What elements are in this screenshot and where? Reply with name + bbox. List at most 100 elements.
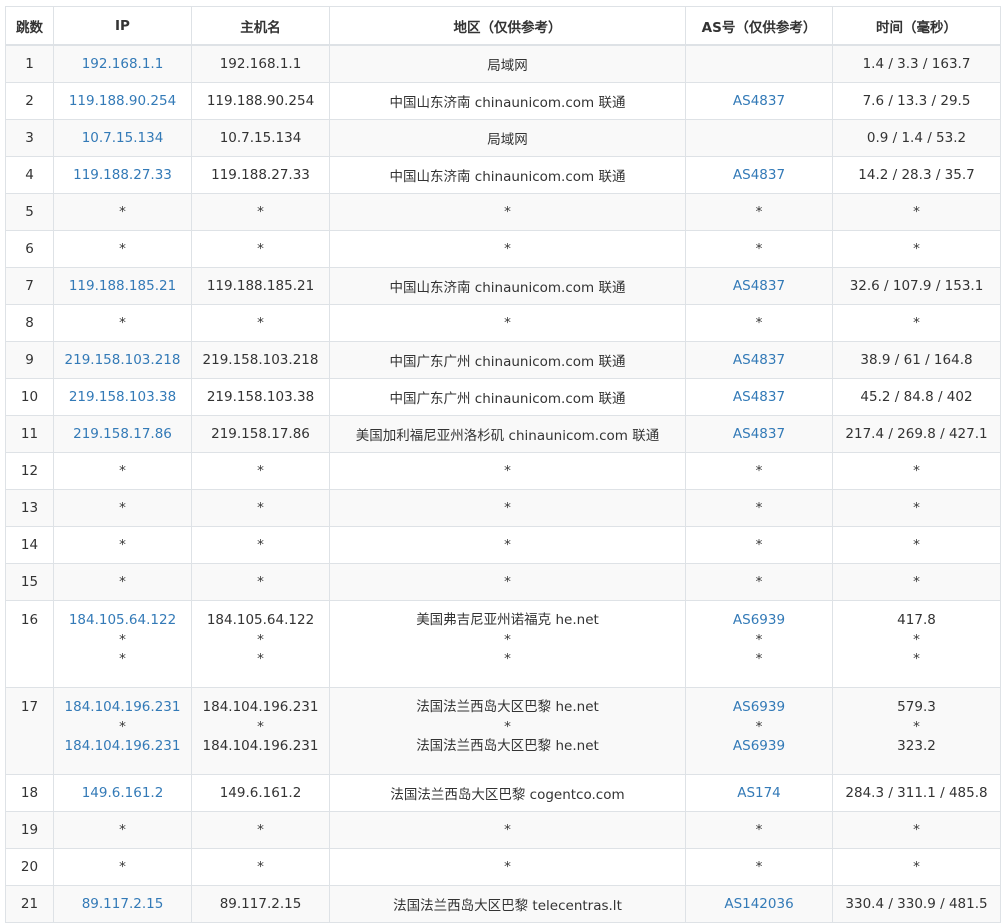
ip-text: * [119, 651, 126, 667]
asn-cell: * [685, 452, 833, 490]
ip-link[interactable]: 219.158.103.218 [58, 352, 187, 368]
time-cell: * [832, 848, 1001, 886]
time-cell: 579.3 * 323.2 [832, 687, 1001, 775]
ip-cell: * [53, 193, 192, 231]
location-text: * [504, 315, 511, 331]
time-cell: * [832, 526, 1001, 564]
hostname-cell: * [191, 230, 330, 268]
asn-link[interactable]: AS174 [690, 785, 828, 801]
location-text: 中国广东广州 chinaunicom.com 联通 [389, 354, 626, 370]
ip-text: * [119, 463, 126, 479]
time-text: * [913, 859, 920, 875]
ip-cell: 149.6.161.2 [53, 774, 192, 812]
location-cell: 中国山东济南 chinaunicom.com 联通 [329, 156, 686, 194]
hostname-cell: 219.158.17.86 [191, 415, 330, 453]
location-cell: * [329, 230, 686, 268]
asn-link[interactable]: AS142036 [690, 896, 828, 912]
location-text: * [504, 631, 511, 648]
ip-link[interactable]: 149.6.161.2 [58, 785, 187, 801]
asn-cell: AS4837 [685, 82, 833, 120]
asn-text: * [755, 822, 763, 838]
ip-link[interactable]: 119.188.185.21 [58, 278, 187, 294]
ip-link[interactable]: 119.188.27.33 [58, 167, 187, 183]
location-cell: * [329, 848, 686, 886]
location-cell: 法国法兰西岛大区巴黎 he.net * 法国法兰西岛大区巴黎 he.net [329, 687, 686, 775]
time-text: 217.4 / 269.8 / 427.1 [845, 426, 988, 442]
table-row: 5 * * * * * [5, 193, 1001, 231]
ip-link[interactable]: 89.117.2.15 [58, 896, 187, 912]
asn-link[interactable]: AS4837 [690, 278, 828, 294]
asn-link[interactable]: AS4837 [690, 352, 828, 368]
asn-cell: * [685, 489, 833, 527]
ip-cell: * [53, 526, 192, 564]
hostname-text: 89.117.2.15 [219, 896, 302, 912]
hostname-text: 192.168.1.1 [219, 56, 302, 72]
hostname-cell: 184.105.64.122 * * [191, 600, 330, 688]
asn-cell: AS174 [685, 774, 833, 812]
time-cell: 14.2 / 28.3 / 35.7 [832, 156, 1001, 194]
ip-link[interactable]: 184.104.196.231 [58, 737, 187, 757]
time-cell: * [832, 811, 1001, 849]
asn-link[interactable]: AS6939 [690, 698, 828, 718]
hostname-text: * [257, 718, 264, 735]
ip-link[interactable]: 219.158.103.38 [58, 389, 187, 405]
time-cell: 1.4 / 3.3 / 163.7 [832, 44, 1001, 83]
time-cell: * [832, 230, 1001, 268]
location-cell: 法国法兰西岛大区巴黎 cogentco.com [329, 774, 686, 812]
hop-cell: 18 [5, 774, 54, 812]
time-text: * [913, 463, 920, 479]
ip-link[interactable]: 184.105.64.122 [58, 611, 187, 631]
hostname-cell: 219.158.103.38 [191, 378, 330, 416]
location-text: 局域网 [487, 132, 528, 148]
header-location: 地区（仅供参考） [329, 6, 686, 46]
time-text: * [913, 574, 920, 590]
time-cell: 0.9 / 1.4 / 53.2 [832, 119, 1001, 157]
asn-cell: AS4837 [685, 415, 833, 453]
asn-cell: AS4837 [685, 267, 833, 305]
ip-cell: 10.7.15.134 [53, 119, 192, 157]
time-cell: 7.6 / 13.3 / 29.5 [832, 82, 1001, 120]
hop-cell: 3 [5, 119, 54, 157]
location-text: 法国法兰西岛大区巴黎 telecentras.lt [393, 898, 622, 914]
hostname-text: * [257, 631, 264, 648]
time-cell: 45.2 / 84.8 / 402 [832, 378, 1001, 416]
ip-link[interactable]: 184.104.196.231 [58, 698, 187, 718]
asn-link[interactable]: AS4837 [690, 426, 828, 442]
location-cell: 中国广东广州 chinaunicom.com 联通 [329, 378, 686, 416]
hop-cell: 21 [5, 885, 54, 923]
time-cell: * [832, 452, 1001, 490]
hostname-cell: 219.158.103.218 [191, 341, 330, 379]
location-cell: 法国法兰西岛大区巴黎 telecentras.lt [329, 885, 686, 923]
ip-text: * [119, 241, 126, 257]
hostname-cell: 10.7.15.134 [191, 119, 330, 157]
asn-link[interactable]: AS4837 [690, 93, 828, 109]
ip-cell: * [53, 452, 192, 490]
asn-link[interactable]: AS6939 [690, 737, 828, 757]
hop-cell: 8 [5, 304, 54, 342]
location-cell: * [329, 526, 686, 564]
ip-link[interactable]: 192.168.1.1 [58, 56, 187, 72]
location-text: 中国山东济南 chinaunicom.com 联通 [389, 95, 626, 111]
time-text: 1.4 / 3.3 / 163.7 [862, 56, 971, 72]
asn-link[interactable]: AS6939 [690, 611, 828, 631]
hop-cell: 13 [5, 489, 54, 527]
time-text: * [913, 631, 920, 648]
ip-link[interactable]: 10.7.15.134 [58, 130, 187, 146]
time-text: * [913, 651, 920, 667]
ip-cell: 184.104.196.231 * 184.104.196.231 [53, 687, 192, 775]
ip-text: * [119, 315, 126, 331]
hostname-text: 119.188.27.33 [211, 167, 310, 183]
asn-link[interactable]: AS4837 [690, 167, 828, 183]
location-text: 美国弗吉尼亚州诺福克 he.net [416, 612, 599, 628]
asn-link[interactable]: AS4837 [690, 389, 828, 405]
asn-text: * [755, 718, 763, 735]
ip-link[interactable]: 119.188.90.254 [58, 93, 187, 109]
time-cell: * [832, 304, 1001, 342]
location-cell: * [329, 452, 686, 490]
ip-link[interactable]: 219.158.17.86 [58, 426, 187, 442]
location-cell: 局域网 [329, 119, 686, 157]
hostname-text: * [257, 574, 264, 590]
asn-text: * [755, 859, 763, 875]
location-text: 法国法兰西岛大区巴黎 he.net [416, 738, 599, 754]
ip-text: * [119, 859, 126, 875]
